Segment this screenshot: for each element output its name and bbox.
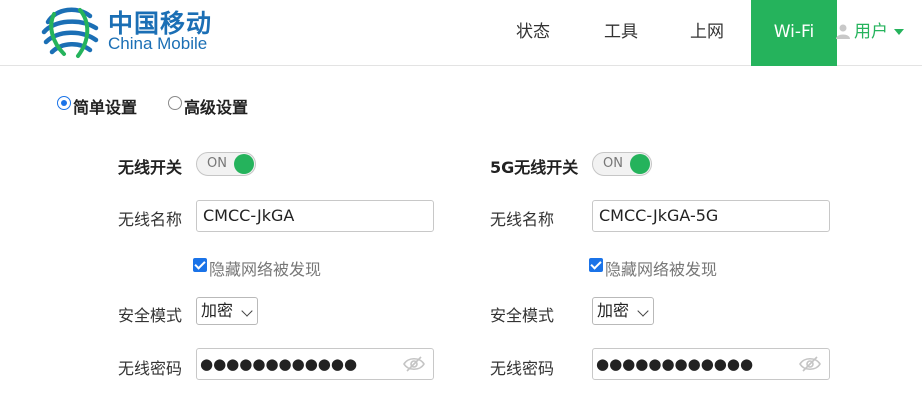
nav-user-menu[interactable]: 用户 (835, 0, 922, 66)
wifi-5g-panel: 5G无线开关 ON 无线名称 CMCC-JkGA-5G 隐藏网络被发现 安全模式… (490, 140, 850, 390)
password-label: 无线密码 (118, 359, 183, 378)
password-5g-input[interactable]: ●●●●●●●●●●●● (592, 348, 830, 380)
nav-tools[interactable]: 工具 (596, 0, 646, 66)
china-mobile-logo-icon (41, 7, 99, 58)
wifi-5g-switch-label: 5G无线开关 (490, 158, 579, 177)
chevron-down-icon (637, 305, 649, 317)
security-mode-5g-value: 加密 (597, 301, 630, 320)
wifi-5g-switch-toggle[interactable]: ON (592, 152, 652, 176)
advanced-mode-label[interactable]: 高级设置 (184, 94, 248, 118)
security-mode-label: 安全模式 (118, 306, 183, 325)
logo-english-text: China Mobile (108, 34, 208, 53)
wifi-switch-label: 无线开关 (118, 158, 183, 177)
chevron-down-icon (241, 305, 253, 317)
nav-wifi-active[interactable]: Wi-Fi (751, 0, 837, 66)
top-header: 中国移动 China Mobile 状态 工具 上网 Wi-Fi 用户 (0, 0, 922, 66)
ssid-input[interactable]: CMCC-JkGA (196, 200, 434, 232)
eye-off-icon[interactable] (799, 355, 821, 373)
simple-mode-label[interactable]: 简单设置 (73, 94, 137, 118)
hide-network-5g-checkbox[interactable] (589, 258, 603, 272)
hide-network-label: 隐藏网络被发现 (209, 260, 322, 279)
user-icon (836, 24, 850, 39)
password-masked-value: ●●●●●●●●●●●● (200, 355, 358, 373)
password-5g-label: 无线密码 (490, 359, 555, 378)
toggle-knob (630, 154, 650, 174)
security-mode-5g-select[interactable]: 加密 (592, 297, 654, 325)
password-input[interactable]: ●●●●●●●●●●●● (196, 348, 434, 380)
caret-down-icon (894, 29, 904, 35)
security-mode-select[interactable]: 加密 (196, 297, 258, 325)
ssid-5g-label: 无线名称 (490, 210, 555, 229)
password-5g-masked-value: ●●●●●●●●●●●● (596, 355, 754, 373)
hide-network-5g-label: 隐藏网络被发现 (605, 260, 718, 279)
nav-status[interactable]: 状态 (508, 0, 558, 66)
hide-network-checkbox[interactable] (193, 258, 207, 272)
eye-off-icon[interactable] (403, 355, 425, 373)
wifi-24g-panel: 无线开关 ON 无线名称 CMCC-JkGA 隐藏网络被发现 安全模式 加密 无… (118, 140, 478, 390)
security-mode-5g-label: 安全模式 (490, 306, 555, 325)
security-mode-value: 加密 (201, 301, 234, 320)
wifi-switch-toggle[interactable]: ON (196, 152, 256, 176)
nav-internet[interactable]: 上网 (682, 0, 732, 66)
advanced-mode-radio[interactable] (168, 96, 182, 110)
simple-mode-radio[interactable] (57, 96, 71, 110)
toggle-knob (234, 154, 254, 174)
ssid-label: 无线名称 (118, 210, 183, 229)
toggle-state-text: ON (207, 156, 227, 171)
toggle-state-text: ON (603, 156, 623, 171)
nav-user-label: 用户 (854, 22, 888, 42)
ssid-5g-input[interactable]: CMCC-JkGA-5G (592, 200, 830, 232)
china-mobile-logo[interactable]: 中国移动 China Mobile (40, 2, 230, 58)
